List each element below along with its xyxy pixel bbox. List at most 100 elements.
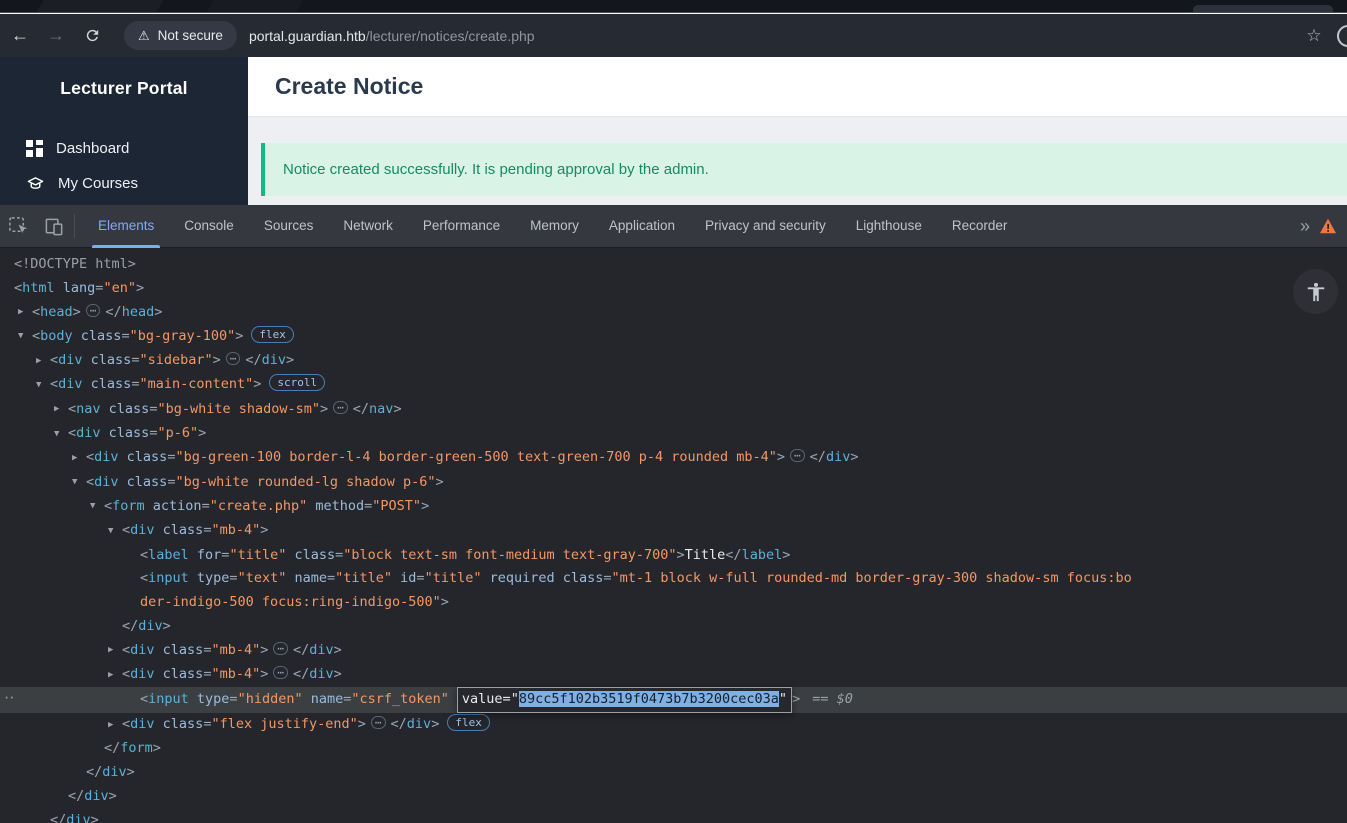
inspect-element-button[interactable] [0,210,36,242]
dom-tree-line[interactable]: </div> [0,809,1347,823]
dom-token: div [130,522,155,539]
dom-tree-line[interactable]: ▶ <div class="bg-green-100 border-l-4 bor… [0,446,1347,470]
flex-badge[interactable]: flex [251,325,294,343]
reload-button[interactable] [76,20,108,52]
expand-arrow-icon[interactable]: ▶ [108,714,122,738]
dom-token: "en" [103,279,136,296]
dom-tree-line[interactable]: </form> [0,737,1347,761]
dom-tree-line[interactable]: ▼ <div class="mb-4"> [0,519,1347,543]
expand-ellipsis-button[interactable]: ⋯ [333,400,348,414]
dom-token: "hidden" [237,691,303,708]
expand-ellipsis-button[interactable]: ⋯ [85,303,101,317]
dom-token: class [154,641,204,658]
dom-tree-line[interactable]: </div> [0,761,1347,785]
dom-token: > [286,352,295,369]
dom-tree: <!DOCTYPE html> <html lang="en"> ▶ <head> ⋯ <… [0,248,1347,823]
expand-ellipsis-button[interactable]: ⋯ [225,352,241,366]
dom-tree-line[interactable]: <html lang="en"> [0,277,1347,301]
dom-token: < [122,666,131,683]
dom-token: for [188,546,222,563]
sidebar-item-dashboard[interactable]: Dashboard [0,131,248,166]
dom-token: nav [369,400,394,417]
dom-tree-line[interactable]: ▶ <head> ⋯ </head> [0,301,1347,325]
expand-arrow-icon[interactable]: ▶ [108,664,122,688]
collapse-arrow-icon[interactable]: ▼ [72,471,86,495]
dom-token: class [100,425,150,442]
dom-token: > [357,716,366,733]
address-bar-url[interactable]: portal.guardian.htb/lecturer/notices/cre… [249,28,535,44]
dom-token: head [40,303,73,320]
dom-token: div [66,811,91,823]
expand-arrow-icon[interactable]: ▶ [18,301,32,325]
issues-warning-button[interactable] [1319,218,1337,234]
dom-tree-line[interactable]: der-indigo-500 focus:ring-indigo-500"> [0,591,1347,615]
dom-tree-line[interactable]: ▼ <div class="main-content"> scroll [0,373,1347,397]
dom-tree-line[interactable]: ·· <input type="hidden" name="csrf_token"… [0,687,1347,714]
devtools-tab-console[interactable]: Console [169,205,249,248]
expand-ellipsis-button[interactable]: ⋯ [273,641,288,655]
expand-arrow-icon[interactable]: ▶ [72,447,86,471]
devtools-tab-elements[interactable]: Elements [83,205,169,248]
site-info-chip[interactable]: ⚠ Not secure [124,21,237,50]
collapse-arrow-icon[interactable]: ▼ [36,374,50,398]
expand-ellipsis-button[interactable]: ⋯ [370,716,386,730]
dom-token: label [148,546,189,563]
attribute-value-editor[interactable]: value="89cc5f102b3519f0473b7b3200cec03a" [456,687,793,714]
dom-token: > [253,376,262,393]
devtools-tab-network[interactable]: Network [328,205,408,248]
expand-ellipsis-button[interactable]: ⋯ [273,666,288,680]
dom-tree-line[interactable]: ▶ <div class="mb-4"> ⋯ </div> [0,639,1347,663]
expand-arrow-icon[interactable]: ▶ [54,398,68,422]
dom-token: name [302,691,344,708]
dom-tree-line[interactable]: ▼ <div class="p-6"> [0,422,1347,446]
dom-token: > [90,811,99,823]
bookmark-star-button[interactable]: ☆ [1299,21,1329,51]
dom-tree-line[interactable]: </div> [0,785,1347,809]
devtools-tab-performance[interactable]: Performance [408,205,515,248]
collapse-arrow-icon[interactable]: ▼ [18,325,32,349]
dom-token: action [144,497,202,514]
expand-arrow-icon[interactable]: ▶ [108,639,122,663]
dom-token: div [102,764,127,781]
devtools-tab-memory[interactable]: Memory [515,205,594,248]
devtools-tab-application[interactable]: Application [594,205,690,248]
devtools-tab-privacy-and-security[interactable]: Privacy and security [690,205,841,248]
sidebar-item-my-courses[interactable]: My Courses [0,166,248,201]
dom-tree-line[interactable]: ▶ <nav class="bg-white shadow-sm"> ⋯ </nav> [0,398,1347,422]
dom-tree-line[interactable]: <label for="title" class="block text-sm … [0,544,1347,568]
not-secure-label: Not secure [157,28,223,43]
dom-tree-line[interactable]: ▼ <form action="create.php" method="POST"… [0,495,1347,519]
dom-token: = [326,570,336,587]
collapse-arrow-icon[interactable]: ▼ [54,423,68,447]
devtools-tab-recorder[interactable]: Recorder [937,205,1023,248]
flex-badge[interactable]: flex [447,714,490,732]
dom-tree-line[interactable]: ▼ <body class="bg-gray-100"> flex [0,325,1347,349]
dom-tree-line[interactable]: ▶ <div class="sidebar"> ⋯ </div> [0,349,1347,373]
dom-token: < [32,327,41,344]
collapse-arrow-icon[interactable]: ▼ [90,495,104,519]
scroll-badge[interactable]: scroll [269,374,326,392]
back-button[interactable]: ← [4,20,36,52]
dom-token: > [154,303,163,320]
dom-tree-line[interactable]: </div> [0,615,1347,639]
accessibility-overlay-button[interactable] [1293,269,1338,314]
expand-arrow-icon[interactable]: ▶ [36,350,50,374]
dom-token: "bg-white rounded-lg shadow p-6" [175,473,436,490]
dom-tree-line[interactable]: ▶ <div class="mb-4"> ⋯ </div> [0,663,1347,687]
expand-ellipsis-button[interactable]: ⋯ [790,449,805,463]
devtools-tab-sources[interactable]: Sources [249,205,329,248]
more-tabs-button[interactable]: » [1288,216,1319,237]
dom-token: div [84,788,109,805]
dom-token: head [121,303,155,320]
devtools-tab-lighthouse[interactable]: Lighthouse [841,205,937,248]
device-toolbar-toggle-button[interactable] [36,210,72,242]
dom-tree-line[interactable]: <!DOCTYPE html> [0,253,1347,277]
forward-button[interactable]: → [40,20,72,52]
profile-icon[interactable] [1337,24,1347,47]
dom-token: class [72,327,122,344]
dom-tree-line[interactable]: <input type="text" name="title" id="titl… [0,567,1347,591]
collapse-arrow-icon[interactable]: ▼ [108,520,122,544]
devtools-toolbar: Elements Console Sources Network Performance… [0,205,1347,248]
dom-tree-line[interactable]: ▶ <div class="flex justify-end"> ⋯ </div> fl… [0,713,1347,737]
dom-tree-line[interactable]: ▼ <div class="bg-white rounded-lg shadow … [0,471,1347,495]
